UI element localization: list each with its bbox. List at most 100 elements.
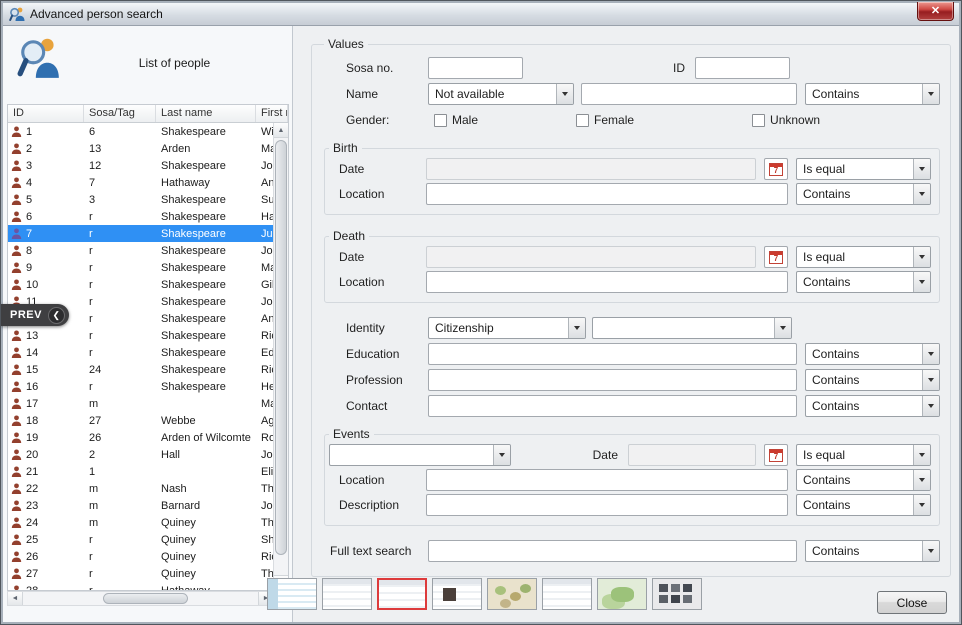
table-row[interactable]: 1827WebbeAgn: [8, 412, 273, 429]
row-id: 3: [26, 160, 32, 172]
name-op-value: Contains: [806, 87, 922, 101]
name-input[interactable]: [581, 83, 797, 105]
event-location-input[interactable]: [426, 469, 788, 491]
row-firstname: Ann: [256, 177, 273, 189]
table-row[interactable]: 47HathawayAnn: [8, 174, 273, 191]
id-input[interactable]: [695, 57, 790, 79]
table-row[interactable]: 7rShakespeareJud: [8, 225, 273, 242]
birth-location-input[interactable]: [426, 183, 788, 205]
table-row[interactable]: 16ShakespeareWill: [8, 123, 273, 140]
people-table-header[interactable]: ID Sosa/Tag Last name First name: [8, 105, 288, 123]
row-id: 2: [26, 143, 32, 155]
calendar-icon: 7: [769, 163, 783, 176]
contact-input[interactable]: [428, 395, 797, 417]
row-sosa: r: [84, 262, 156, 274]
table-row[interactable]: 53ShakespeareSus: [8, 191, 273, 208]
name-op-combo[interactable]: Contains: [805, 83, 940, 105]
table-row[interactable]: 28rHathaway: [8, 582, 273, 590]
calendar-icon: 7: [769, 251, 783, 264]
row-lastname: Hathaway: [156, 177, 256, 189]
table-row[interactable]: 312ShakespeareJoh: [8, 157, 273, 174]
table-row[interactable]: 17mMar: [8, 395, 273, 412]
table-row[interactable]: 24mQuineyTho: [8, 514, 273, 531]
name-filter-combo[interactable]: Not available: [428, 83, 574, 105]
table-row[interactable]: 211Eliz: [8, 463, 273, 480]
event-description-op-combo[interactable]: Contains: [796, 494, 931, 516]
scroll-left-button[interactable]: ◄: [8, 592, 23, 605]
row-lastname: Shakespeare: [156, 126, 256, 138]
thumbnail-7[interactable]: [597, 578, 647, 610]
thumbnail-8[interactable]: [652, 578, 702, 610]
table-row[interactable]: 10rShakespeareGilb: [8, 276, 273, 293]
vertical-scrollbar[interactable]: ▲ ▼: [273, 123, 288, 590]
column-header-first[interactable]: First name: [256, 105, 288, 122]
horizontal-scroll-thumb[interactable]: [103, 593, 188, 604]
vertical-scroll-thumb[interactable]: [275, 140, 287, 555]
close-button[interactable]: Close: [877, 591, 947, 614]
male-checkbox[interactable]: Male: [434, 113, 478, 127]
table-row[interactable]: 25rQuineySha: [8, 531, 273, 548]
identity-type-combo[interactable]: Citizenship: [428, 317, 586, 339]
titlebar[interactable]: Advanced person search ✕: [3, 3, 959, 26]
death-location-op-combo[interactable]: Contains: [796, 271, 931, 293]
table-row[interactable]: 8rShakespeareJoa: [8, 242, 273, 259]
profession-op-combo[interactable]: Contains: [805, 369, 940, 391]
fulltext-input[interactable]: [428, 540, 797, 562]
table-row[interactable]: 16rShakespeareHer: [8, 378, 273, 395]
birth-date-calendar-button[interactable]: 7: [764, 158, 788, 180]
thumbnail-1[interactable]: [267, 578, 317, 610]
table-row[interactable]: 1926Arden of WilcomteRob: [8, 429, 273, 446]
scroll-up-button[interactable]: ▲: [274, 123, 288, 138]
table-row[interactable]: 9rShakespeareMar: [8, 259, 273, 276]
table-row[interactable]: 213ArdenMar: [8, 140, 273, 157]
row-sosa: 7: [84, 177, 156, 189]
sosa-input[interactable]: [428, 57, 523, 79]
table-row[interactable]: 1524ShakespeareRic: [8, 361, 273, 378]
identity-value-combo[interactable]: [592, 317, 792, 339]
table-row[interactable]: 27rQuineyTho: [8, 565, 273, 582]
event-type-combo[interactable]: [329, 444, 511, 466]
horizontal-scrollbar[interactable]: ◄ ►: [7, 591, 274, 606]
table-row[interactable]: 23mBarnardJoh: [8, 497, 273, 514]
death-location-input[interactable]: [426, 271, 788, 293]
profession-input[interactable]: [428, 369, 797, 391]
education-op-combo[interactable]: Contains: [805, 343, 940, 365]
column-header-id[interactable]: ID: [8, 105, 84, 122]
death-date-op-combo[interactable]: Is equal: [796, 246, 931, 268]
event-description-input[interactable]: [426, 494, 788, 516]
row-lastname: Quiney: [156, 534, 256, 546]
close-window-button[interactable]: ✕: [917, 2, 954, 21]
table-row[interactable]: 202HallJoh: [8, 446, 273, 463]
thumbnail-3[interactable]: [377, 578, 427, 610]
death-date-calendar-button[interactable]: 7: [764, 246, 788, 268]
contact-op-combo[interactable]: Contains: [805, 395, 940, 417]
thumbnail-4[interactable]: [432, 578, 482, 610]
table-row[interactable]: 14rShakespeareEdm: [8, 344, 273, 361]
prev-overlay-button[interactable]: PREV ❮: [1, 304, 69, 326]
chevron-down-icon: [913, 272, 930, 292]
person-icon: [11, 432, 22, 443]
fulltext-op-combo[interactable]: Contains: [805, 540, 940, 562]
event-description-row: Description Contains: [329, 494, 931, 516]
thumbnail-2[interactable]: [322, 578, 372, 610]
education-input[interactable]: [428, 343, 797, 365]
table-row[interactable]: 6rShakespeareHan: [8, 208, 273, 225]
event-date-calendar-button[interactable]: 7: [764, 444, 788, 466]
column-header-last[interactable]: Last name: [156, 105, 256, 122]
row-id: 23: [26, 500, 38, 512]
event-date-op-combo[interactable]: Is equal: [796, 444, 931, 466]
female-checkbox[interactable]: Female: [576, 113, 634, 127]
unknown-checkbox[interactable]: Unknown: [752, 113, 820, 127]
contact-row: Contact Contains: [324, 395, 940, 417]
column-header-sosa[interactable]: Sosa/Tag: [84, 105, 156, 122]
thumbnail-5[interactable]: [487, 578, 537, 610]
event-location-op-combo[interactable]: Contains: [796, 469, 931, 491]
row-id: 28: [26, 585, 38, 591]
birth-location-op-combo[interactable]: Contains: [796, 183, 931, 205]
person-icon: [11, 585, 22, 590]
table-row[interactable]: 22mNashTho: [8, 480, 273, 497]
table-row[interactable]: 26rQuineyRic: [8, 548, 273, 565]
thumbnail-6[interactable]: [542, 578, 592, 610]
table-row[interactable]: 13rShakespeareRic: [8, 327, 273, 344]
birth-date-op-combo[interactable]: Is equal: [796, 158, 931, 180]
